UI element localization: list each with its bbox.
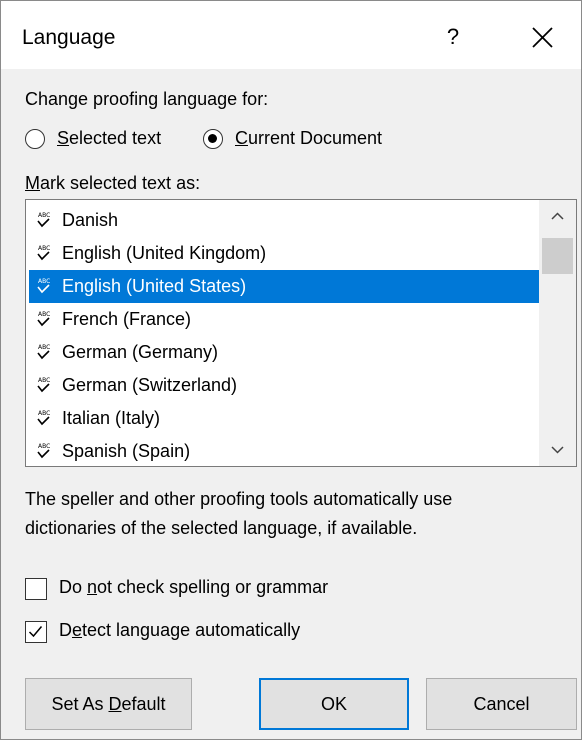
list-item[interactable]: ABC Spanish (Spain) xyxy=(29,435,542,466)
chevron-down-icon xyxy=(551,446,564,454)
help-icon: ? xyxy=(446,24,460,49)
spellcheck-icon: ABC xyxy=(37,245,50,261)
list-item[interactable]: ABC German (Switzerland) xyxy=(29,369,542,402)
set-as-default-button[interactable]: Set As Default xyxy=(25,678,192,730)
cancel-button[interactable]: Cancel xyxy=(426,678,577,730)
dialog-body: Change proofing language for: Selected t… xyxy=(1,69,581,739)
dialog-title: Language xyxy=(22,26,116,49)
proofing-heading: Change proofing language for: xyxy=(25,89,269,109)
scroll-thumb[interactable] xyxy=(542,238,573,274)
title-bar: Language ? xyxy=(1,1,581,69)
no-check-checkbox[interactable] xyxy=(25,578,47,600)
radio-selected-text-label[interactable]: Selected text xyxy=(57,128,161,149)
mark-selected-label: Mark selected text as: xyxy=(25,173,201,193)
help-button[interactable]: ? xyxy=(431,15,475,59)
svg-text:ABC: ABC xyxy=(38,410,50,417)
radio-current-document-label[interactable]: Current Document xyxy=(235,128,382,149)
close-icon xyxy=(532,27,553,48)
chevron-up-icon xyxy=(551,212,564,220)
svg-text:ABC: ABC xyxy=(38,278,50,285)
detect-language-label[interactable]: Detect language automatically xyxy=(59,620,300,641)
scroll-down-button[interactable] xyxy=(539,434,576,466)
spellcheck-icon: ABC xyxy=(37,278,50,294)
svg-text:ABC: ABC xyxy=(38,377,50,384)
spellcheck-icon: ABC xyxy=(37,212,50,228)
svg-text:ABC: ABC xyxy=(38,245,50,252)
svg-text:ABC: ABC xyxy=(38,344,50,351)
close-button[interactable] xyxy=(521,15,565,59)
spellcheck-icon: ABC xyxy=(37,443,50,459)
spellcheck-icon: ABC xyxy=(37,311,50,327)
vertical-scrollbar[interactable] xyxy=(539,200,576,466)
language-listbox[interactable]: ABC Danish ABC English (United Kingdom) … xyxy=(25,199,577,467)
radio-selected-dot xyxy=(208,134,217,143)
list-item[interactable]: ABC Danish xyxy=(29,204,542,237)
checkmark-icon xyxy=(28,626,43,638)
radio-current-document[interactable] xyxy=(203,129,223,149)
svg-text:ABC: ABC xyxy=(38,212,50,219)
detect-language-checkbox[interactable] xyxy=(25,621,47,643)
language-dialog: Language ? Change proofing language for:… xyxy=(0,0,582,740)
list-item[interactable]: ABC French (France) xyxy=(29,303,542,336)
no-check-label[interactable]: Do not check spelling or grammar xyxy=(59,577,328,598)
spellcheck-icon: ABC xyxy=(37,410,50,426)
list-item[interactable]: ABC English (United Kingdom) xyxy=(29,237,542,270)
list-item[interactable]: ABC German (Germany) xyxy=(29,336,542,369)
spellcheck-icon: ABC xyxy=(37,377,50,393)
list-item-selected[interactable]: ABC English (United States) xyxy=(29,270,542,303)
scroll-up-button[interactable] xyxy=(539,200,576,232)
radio-selected-text[interactable] xyxy=(25,129,45,149)
description-text: The speller and other proofing tools aut… xyxy=(25,489,453,538)
svg-text:ABC: ABC xyxy=(38,311,50,318)
ok-button[interactable]: OK xyxy=(259,678,409,730)
spellcheck-icon: ABC xyxy=(37,344,50,360)
svg-text:ABC: ABC xyxy=(38,443,50,450)
list-item[interactable]: ABC Italian (Italy) xyxy=(29,402,542,435)
